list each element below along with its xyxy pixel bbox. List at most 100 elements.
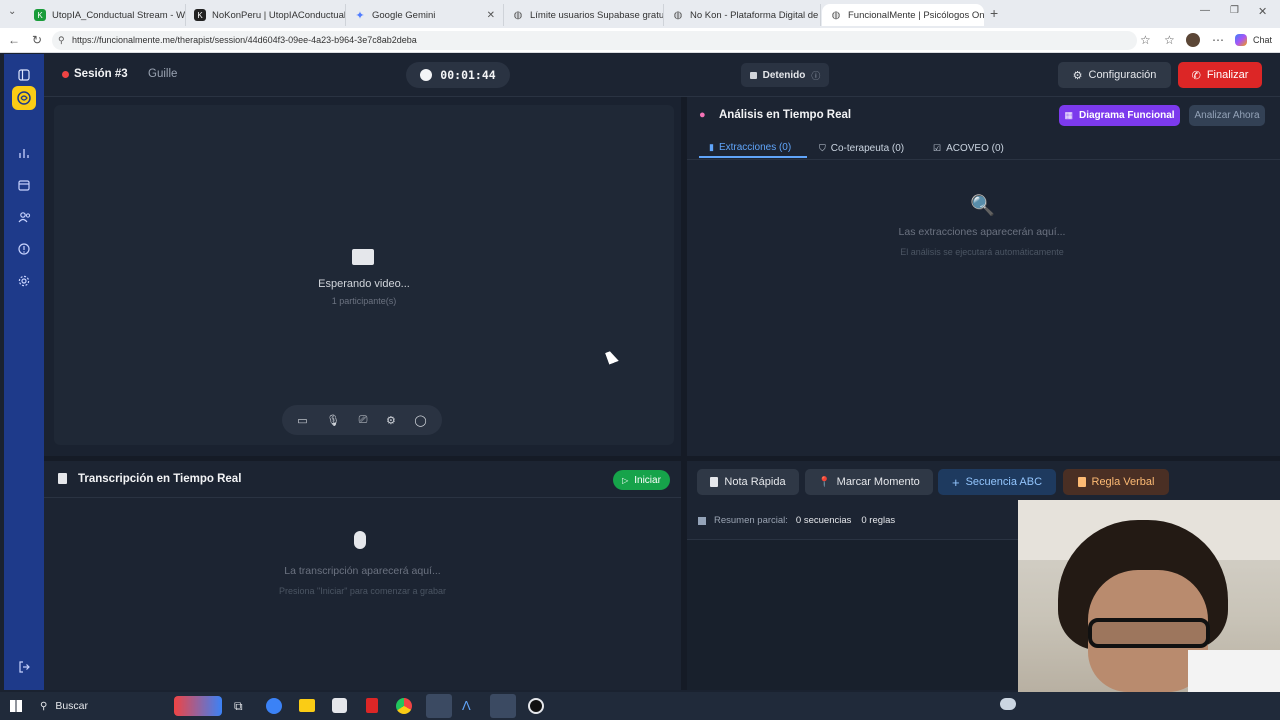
gear-icon: ⚙ xyxy=(1072,69,1083,82)
timer-value: 00:01:44 xyxy=(440,68,496,82)
verbal-rule-label: Regla Verbal xyxy=(1091,476,1155,488)
functional-diagram-button[interactable]: ▦ Diagrama Funcional xyxy=(1059,105,1180,126)
checkbox-icon: ☑ xyxy=(933,142,942,153)
browser-tab-2[interactable]: K NoKonPeru | UtopIAConductual's ✕ xyxy=(186,4,346,26)
webcam-person-shirt xyxy=(1188,650,1280,692)
more-menu-icon[interactable]: ⋯ xyxy=(1212,33,1224,47)
session-title: Sesión #3 xyxy=(74,68,128,80)
tab-acoveo-label: ACOVEO (0) xyxy=(946,142,1004,154)
store-icon[interactable] xyxy=(332,698,347,713)
stopwatch-icon xyxy=(420,69,433,81)
notes-area xyxy=(687,540,1018,690)
browser-tab-3[interactable]: ✦ Google Gemini ✕ xyxy=(346,4,504,26)
settings-gear-icon[interactable] xyxy=(15,272,33,290)
pdf-reader-icon[interactable] xyxy=(366,698,378,713)
magnifier-icon: 🔍 xyxy=(970,195,995,217)
app-taskbar-icon[interactable] xyxy=(426,694,452,718)
config-button[interactable]: ⚙ Configuración xyxy=(1058,62,1171,88)
weather-icon[interactable] xyxy=(1000,698,1016,710)
analyze-now-button[interactable]: Analizar Ahora xyxy=(1189,105,1265,126)
browser-tab-4[interactable]: ◍ Límite usuarios Supabase gratuito ✕ xyxy=(504,4,664,26)
document-icon xyxy=(58,473,67,484)
favorites-icon[interactable]: ☆ xyxy=(1164,33,1175,47)
edge-taskbar-icon[interactable] xyxy=(266,698,282,714)
gemini-icon: ✦ xyxy=(355,9,365,22)
profile-avatar[interactable] xyxy=(1186,33,1200,47)
browser-tab-6-active[interactable]: ◍ FuncionalMente | Psicólogos Onli ✕ xyxy=(822,4,984,26)
site-info-icon[interactable]: ⚲ xyxy=(58,31,65,50)
tab-list-chevron-icon[interactable]: ⌄ xyxy=(8,6,16,17)
microphone-icon xyxy=(354,531,366,549)
windows-taskbar: ⚲ Buscar ⧉ Λ xyxy=(0,692,1280,720)
search-icon: ⚲ xyxy=(40,700,48,712)
rule-count: 0 reglas xyxy=(861,515,896,526)
screen-share-icon[interactable]: ⎚ xyxy=(359,414,368,427)
maximize-icon[interactable]: ❐ xyxy=(1230,5,1239,16)
camera-toggle-icon[interactable]: ▭ xyxy=(297,414,307,427)
back-icon[interactable]: ← xyxy=(8,33,20,47)
transcript-divider xyxy=(44,497,681,498)
calendar-icon[interactable] xyxy=(15,176,33,194)
phone-hangup-icon: ✆ xyxy=(1191,69,1201,82)
webcam-person-glasses xyxy=(1088,618,1210,648)
video-camera-emoji-icon xyxy=(352,249,374,265)
copilot-icon[interactable] xyxy=(1235,34,1247,46)
brain-icon: ● xyxy=(699,109,706,121)
recording-dot xyxy=(62,71,69,78)
browser-address-bar: ← ↻ ⚲ https://funcionalmente.me/therapis… xyxy=(0,28,1280,53)
search-placeholder: Buscar xyxy=(55,700,89,712)
vscode-taskbar-icon[interactable]: Λ xyxy=(462,698,471,713)
toggle-sidebar-icon[interactable] xyxy=(15,66,33,84)
diagram-label: Diagrama Funcional xyxy=(1078,110,1175,121)
microphone-toggle-icon[interactable]: 🎙 xyxy=(326,414,340,427)
start-transcription-button[interactable]: ▷ Iniciar xyxy=(613,470,670,490)
chrome-active-taskbar-icon[interactable] xyxy=(490,694,516,718)
tab-title: Límite usuarios Supabase gratuito xyxy=(530,9,664,21)
tab-extractions[interactable]: ▮ Extracciones (0) xyxy=(699,138,807,158)
tab-title: FuncionalMente | Psicólogos Onli xyxy=(848,9,984,21)
extractions-empty-sub: El análisis se ejecutará automáticamente xyxy=(900,247,1064,257)
stop-square-icon xyxy=(749,71,757,79)
mark-moment-button[interactable]: 📍 Marcar Momento xyxy=(805,469,933,495)
chat-label[interactable]: Chat xyxy=(1253,35,1272,45)
reload-icon[interactable]: ↻ xyxy=(32,33,42,47)
windows-start-icon[interactable] xyxy=(10,700,22,712)
chrome-taskbar-icon[interactable] xyxy=(396,698,412,714)
task-view-icon[interactable]: ⧉ xyxy=(234,699,243,714)
tab-co-therapist-label: Co-terapeuta (0) xyxy=(830,142,905,154)
minimize-icon[interactable]: — xyxy=(1200,5,1210,16)
verbal-rule-button[interactable]: Regla Verbal xyxy=(1063,469,1169,495)
obs-taskbar-icon[interactable] xyxy=(528,698,544,714)
diagram-icon: ▦ xyxy=(1064,110,1073,120)
play-icon: ▷ xyxy=(622,475,629,485)
file-explorer-icon[interactable] xyxy=(299,699,315,712)
bookmark-star-icon[interactable]: ☆ xyxy=(1140,33,1151,47)
alert-icon[interactable] xyxy=(15,240,33,258)
transcript-empty-title: La transcripción aparecerá aquí... xyxy=(284,565,441,577)
browser-tab-5[interactable]: ◍ No Kon - Plataforma Digital de Ka ✕ xyxy=(664,4,821,26)
quick-note-button[interactable]: Nota Rápida xyxy=(697,469,799,495)
new-tab-icon[interactable]: + xyxy=(990,5,998,21)
close-window-icon[interactable]: ✕ xyxy=(1258,5,1267,18)
app-logo-icon[interactable] xyxy=(12,86,36,110)
app-sidebar xyxy=(4,54,44,690)
tab-co-therapist[interactable]: ⛉ Co-terapeuta (0) xyxy=(819,138,919,158)
chat-bubble-icon[interactable]: ◯ xyxy=(414,414,426,427)
webcam-overlay xyxy=(1018,500,1280,692)
transcript-title: Transcripción en Tiempo Real xyxy=(78,473,242,485)
abc-sequence-button[interactable]: + Secuencia ABC xyxy=(938,469,1056,495)
tab-close-icon[interactable]: ✕ xyxy=(487,10,495,21)
analytics-icon[interactable] xyxy=(15,144,33,162)
taskbar-search[interactable]: ⚲ Buscar xyxy=(34,696,164,716)
info-icon[interactable]: ⓘ xyxy=(811,69,820,82)
status-text: Detenido xyxy=(762,69,806,81)
finish-session-button[interactable]: ✆ Finalizar xyxy=(1178,62,1262,88)
users-icon[interactable] xyxy=(15,208,33,226)
news-widget-icon[interactable] xyxy=(174,696,222,716)
browser-tab-1[interactable]: K UtopIA_Conductual Stream - Wat: ✕ xyxy=(26,4,186,26)
participants-count: 1 participante(s) xyxy=(331,296,397,306)
video-settings-icon[interactable]: ⚙ xyxy=(386,414,396,427)
url-field[interactable]: ⚲ https://funcionalmente.me/therapist/se… xyxy=(52,31,1137,50)
tab-acoveo[interactable]: ☑ ACOVEO (0) xyxy=(933,138,1013,158)
logout-icon[interactable] xyxy=(15,658,33,676)
